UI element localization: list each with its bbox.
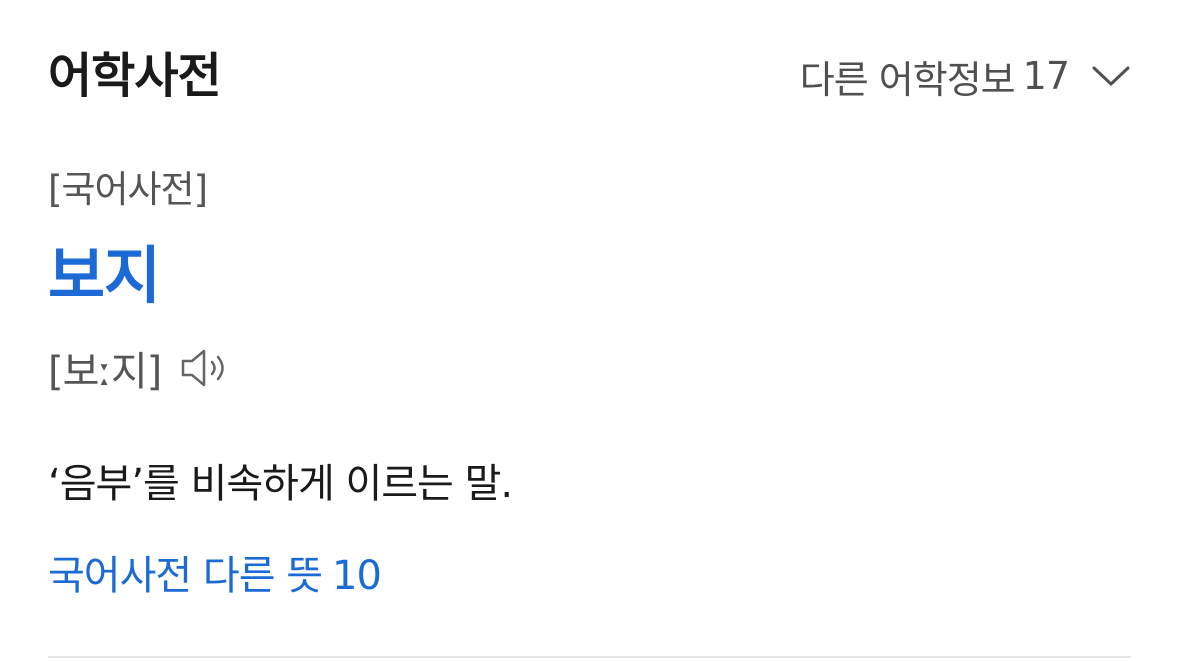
other-language-info-toggle[interactable]: 다른 어학정보 17 — [800, 48, 1131, 104]
section-title: 어학사전 — [48, 48, 222, 104]
other-language-info-count: 17 — [1022, 54, 1070, 98]
speaker-icon[interactable] — [179, 344, 235, 392]
other-meanings-count: 10 — [332, 553, 382, 599]
divider — [48, 656, 1131, 658]
other-language-info-label: 다른 어학정보 — [799, 57, 1016, 102]
definition-text: ‘음부’를 비속하게 이르는 말. — [48, 461, 513, 507]
pronunciation-row: [보ː지] — [48, 338, 235, 398]
headword-link[interactable]: 보지 — [48, 236, 161, 316]
other-meanings-label: 국어사전 다른 뜻 — [48, 553, 323, 599]
other-meanings-link[interactable]: 국어사전 다른 뜻 10 — [48, 548, 382, 604]
chevron-down-icon — [1091, 64, 1131, 88]
pronunciation: [보ː지] — [48, 349, 162, 395]
dictionary-source: [국어사전] — [48, 168, 208, 211]
